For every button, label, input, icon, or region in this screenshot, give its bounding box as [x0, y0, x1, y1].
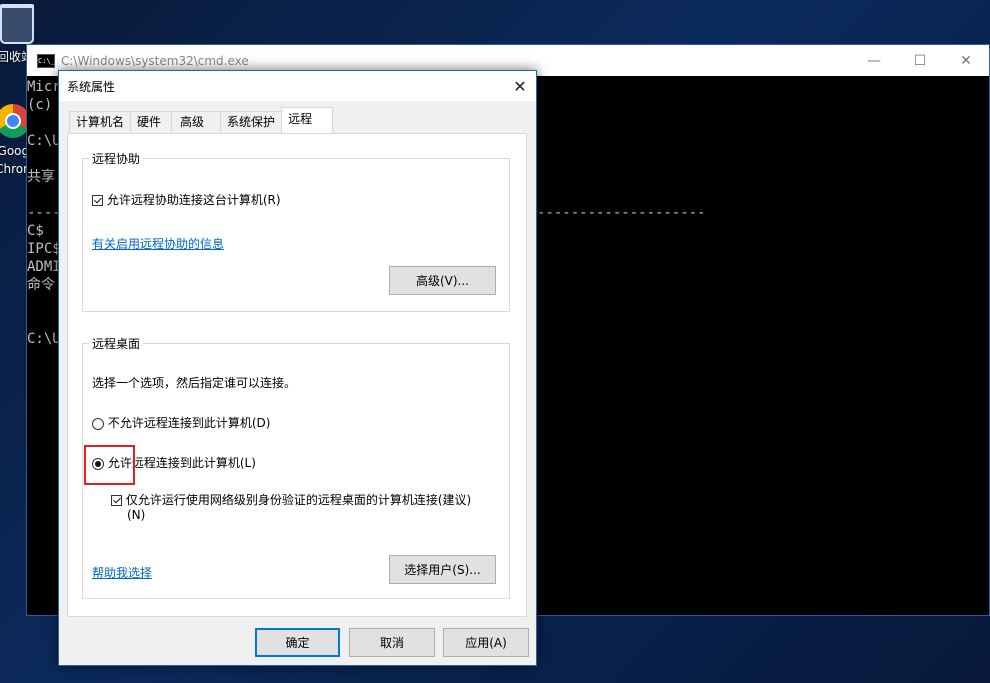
console-line: 命令	[27, 277, 55, 293]
console-line: 共享	[27, 169, 55, 185]
tab-hardware[interactable]: 硬件	[130, 111, 173, 133]
console-line: Micr	[27, 79, 61, 95]
cmd-icon: C:\_	[37, 53, 55, 68]
tab-advanced[interactable]: 高级	[171, 111, 222, 133]
allow-remote-assistance-label: 允许远程协助连接这台计算机(R)	[106, 193, 281, 207]
allow-remote-assistance-checkbox[interactable]: 允许远程协助连接这台计算机(R)	[92, 191, 281, 208]
console-line: IPC$	[27, 241, 61, 257]
console-line: (c)	[27, 97, 53, 113]
checkbox-checked-icon	[111, 495, 122, 506]
remote-assistance-group: 远程协助 允许远程协助连接这台计算机(R) 有关启用远程协助的信息 高级(V).…	[82, 150, 510, 312]
remote-desktop-group: 远程桌面 选择一个选项，然后指定谁可以连接。 不允许远程连接到此计算机(D) 允…	[82, 335, 510, 599]
system-properties-dialog[interactable]: 系统属性 ✕ 计算机名 硬件 高级 系统保护 远程 远程协助 允许远程协助连接这…	[58, 70, 537, 666]
remote-assistance-title: 远程协助	[89, 150, 144, 167]
minimize-button[interactable]: —	[851, 45, 897, 76]
apply-button[interactable]: 应用(A)	[443, 628, 529, 657]
radio-unselected-icon	[92, 417, 104, 430]
console-line: C:\U	[27, 331, 61, 347]
tab-remote[interactable]: 远程	[281, 107, 334, 133]
cmd-title: C:\Windows\system32\cmd.exe	[61, 53, 249, 68]
remote-desktop-title: 远程桌面	[89, 335, 144, 352]
cmd-close-button[interactable]: ✕	[943, 45, 989, 76]
remote-tab-panel: 远程协助 允许远程协助连接这台计算机(R) 有关启用远程协助的信息 高级(V).…	[67, 133, 527, 617]
console-line: C$	[27, 223, 44, 239]
nla-only-checkbox[interactable]: 仅允许运行使用网络级别身份验证的远程桌面的计算机连接(建议) (N)	[111, 491, 491, 522]
tab-computer-name[interactable]: 计算机名	[69, 111, 132, 133]
advanced-button[interactable]: 高级(V)...	[389, 266, 496, 295]
remote-desktop-instruction: 选择一个选项，然后指定谁可以连接。	[92, 376, 297, 390]
select-users-button[interactable]: 选择用户(S)...	[389, 555, 496, 584]
tab-bar: 计算机名 硬件 高级 系统保护 远程	[69, 107, 334, 133]
dialog-titlebar[interactable]: 系统属性 ✕	[59, 71, 536, 101]
remote-assistance-info-link[interactable]: 有关启用远程协助的信息	[92, 235, 224, 252]
checkbox-checked-icon	[92, 195, 103, 206]
console-line: ADMI	[27, 259, 61, 275]
maximize-button[interactable]: ☐	[897, 45, 943, 76]
nla-only-label-line2: (N)	[127, 508, 146, 522]
cancel-button[interactable]: 取消	[349, 628, 435, 657]
help-me-choose-link[interactable]: 帮助我选择	[92, 564, 152, 581]
console-line: C:\U	[27, 133, 61, 149]
radio-deny-label: 不允许远程连接到此计算机(D)	[107, 416, 271, 430]
dialog-title: 系统属性	[67, 79, 116, 94]
recycle-bin-icon	[0, 4, 34, 44]
console-line: ----	[27, 205, 61, 221]
radio-deny-remote[interactable]: 不允许远程连接到此计算机(D)	[92, 414, 270, 431]
tab-system-protection[interactable]: 系统保护	[220, 111, 283, 133]
console-dash-line: --------------------	[537, 205, 706, 221]
nla-only-label: 仅允许运行使用网络级别身份验证的远程桌面的计算机连接(建议)	[125, 493, 472, 507]
ok-button[interactable]: 确定	[255, 628, 340, 657]
dialog-close-button[interactable]: ✕	[504, 71, 536, 101]
annotation-highlight-box	[84, 445, 135, 485]
